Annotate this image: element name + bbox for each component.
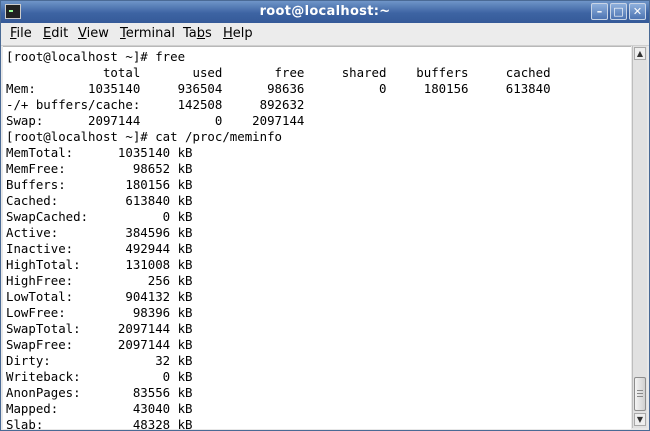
- maximize-icon: □: [613, 5, 624, 18]
- close-icon: ✕: [632, 5, 643, 18]
- close-button[interactable]: ✕: [629, 3, 646, 20]
- menu-view[interactable]: View: [78, 26, 109, 41]
- terminal-line: [root@localhost ~]# cat /proc/meminfo: [6, 129, 283, 144]
- terminal-line: SwapCached: 0 kB: [6, 209, 193, 224]
- scroll-down-button[interactable]: ▼: [634, 413, 646, 426]
- terminal-line: Slab: 48328 kB: [6, 417, 193, 429]
- menu-terminal[interactable]: Terminal: [120, 26, 175, 41]
- terminal-line: Inactive: 492944 kB: [6, 241, 193, 256]
- menu-edit[interactable]: Edit: [43, 26, 68, 41]
- terminal-window: root@localhost:~ – □ ✕ File Edit View Te…: [0, 0, 650, 431]
- terminal-line: Buffers: 180156 kB: [6, 177, 193, 192]
- menu-file[interactable]: File: [10, 26, 32, 41]
- terminal-line: HighFree: 256 kB: [6, 273, 193, 288]
- scroll-up-button[interactable]: ▲: [634, 47, 646, 60]
- minimize-button[interactable]: –: [591, 3, 608, 20]
- terminal-line: AnonPages: 83556 kB: [6, 385, 193, 400]
- scroll-thumb[interactable]: [634, 377, 646, 411]
- window-title: root@localhost:~: [259, 4, 391, 19]
- terminal-line: LowFree: 98396 kB: [6, 305, 193, 320]
- minimize-icon: –: [596, 5, 603, 18]
- terminal-line: Cached: 613840 kB: [6, 193, 193, 208]
- terminal-line: Swap: 2097144 0 2097144: [6, 113, 305, 128]
- terminal-line: LowTotal: 904132 kB: [6, 289, 193, 304]
- terminal-line: HighTotal: 131008 kB: [6, 257, 193, 272]
- scroll-down-arrow-icon: ▼: [636, 415, 644, 424]
- menu-tabs[interactable]: Tabs: [183, 26, 212, 41]
- terminal-line: SwapFree: 2097144 kB: [6, 337, 193, 352]
- vertical-scrollbar[interactable]: ▲ ▼: [632, 46, 647, 428]
- terminal-line: Active: 384596 kB: [6, 225, 193, 240]
- terminal-line: total used free shared buffers cached: [6, 65, 551, 80]
- terminal-line: Mem: 1035140 936504 98636 0 180156 61384…: [6, 81, 551, 96]
- terminal-line: Dirty: 32 kB: [6, 353, 193, 368]
- menu-bar: File Edit View Terminal Tabs Help: [1, 23, 649, 46]
- title-bar[interactable]: root@localhost:~ – □ ✕: [1, 1, 649, 23]
- terminal-line: MemFree: 98652 kB: [6, 161, 193, 176]
- terminal-line: MemTotal: 1035140 kB: [6, 145, 193, 160]
- terminal-line: [root@localhost ~]# free: [6, 49, 186, 64]
- scroll-up-arrow-icon: ▲: [636, 49, 644, 58]
- terminal-line: SwapTotal: 2097144 kB: [6, 321, 193, 336]
- terminal-line: Mapped: 43040 kB: [6, 401, 193, 416]
- maximize-button[interactable]: □: [610, 3, 627, 20]
- terminal-line: Writeback: 0 kB: [6, 369, 193, 384]
- terminal-output[interactable]: [root@localhost ~]# free total used free…: [3, 46, 631, 429]
- menu-help[interactable]: Help: [223, 26, 253, 41]
- terminal-line: -/+ buffers/cache: 142508 892632: [6, 97, 305, 112]
